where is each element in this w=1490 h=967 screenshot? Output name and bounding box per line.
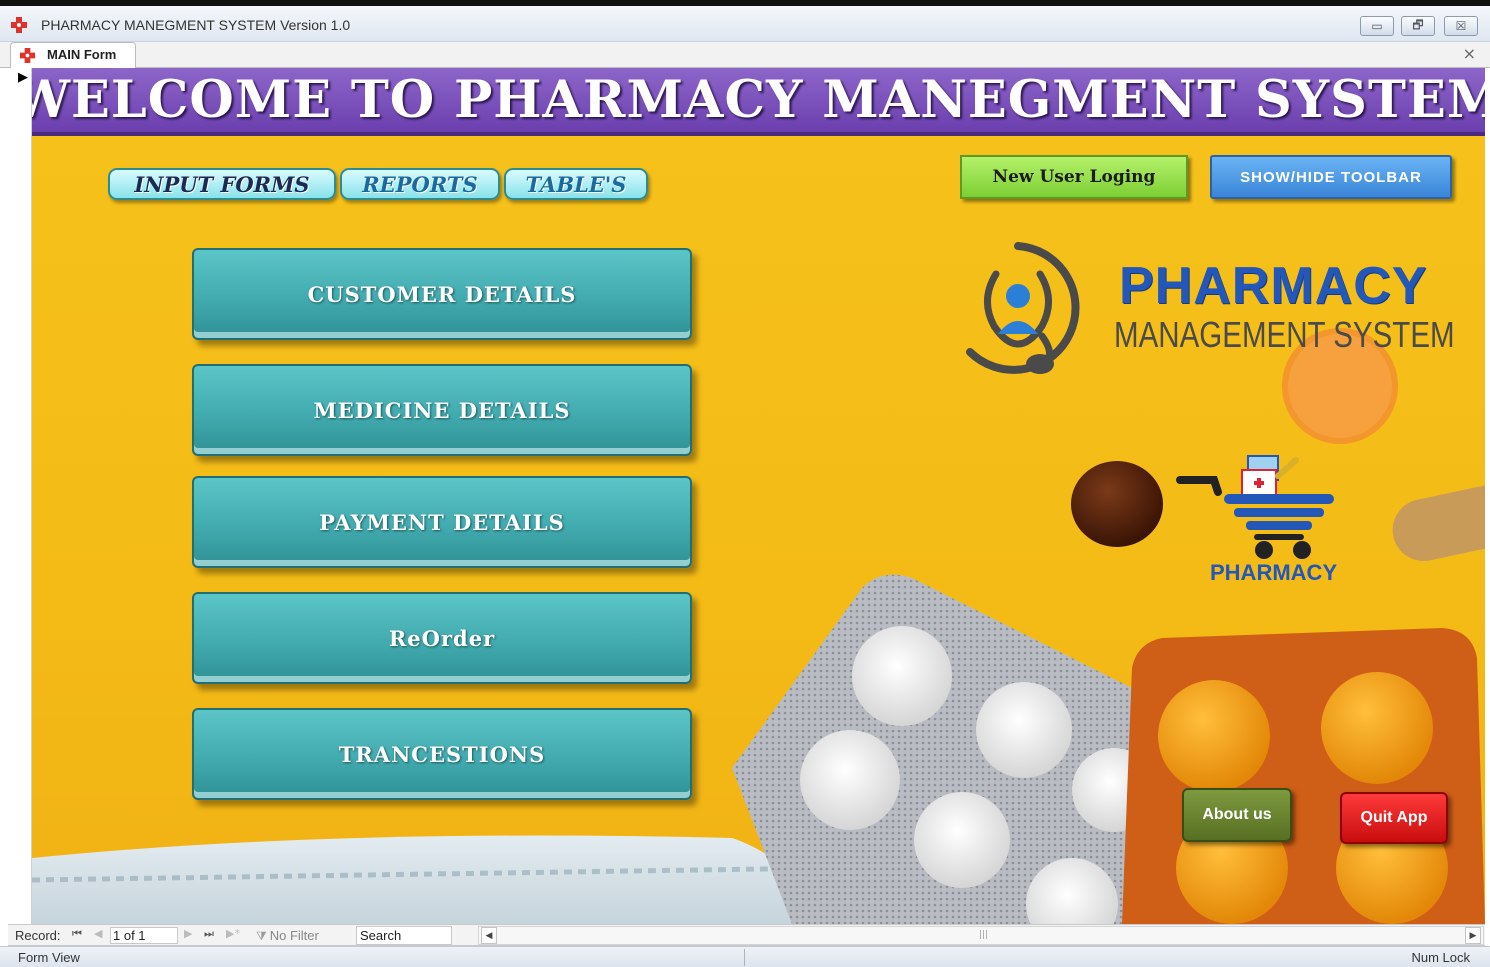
window-title-bar: PHARMACY MANEGMENT SYSTEM Version 1.0 ▭ … <box>0 6 1490 42</box>
form-icon <box>19 47 36 64</box>
form-view-status: Form View <box>18 950 80 965</box>
logo-pharmacy-text: PHARMACY <box>1119 257 1428 315</box>
first-record-icon[interactable]: ⏮ <box>72 927 82 941</box>
scroll-left-icon[interactable]: ◀ <box>481 927 497 944</box>
window-title: PHARMACY MANEGMENT SYSTEM Version 1.0 <box>41 17 351 33</box>
no-filter-button[interactable]: ⧩ No Filter <box>256 928 319 944</box>
last-record-icon[interactable]: ⏭ <box>204 927 214 941</box>
pharmacy-cart-icon <box>1176 455 1334 559</box>
filter-icon: ⧩ <box>256 929 267 943</box>
new-user-login-button[interactable]: New User Loging <box>960 155 1188 199</box>
previous-record-icon[interactable]: ◀ <box>94 927 102 940</box>
tab-input-forms[interactable]: INPUT FORMS <box>108 168 336 200</box>
transactions-button[interactable]: TRANCESTIONS <box>192 708 692 800</box>
tab-reports[interactable]: REPORTS <box>340 168 500 200</box>
close-document-icon[interactable]: × <box>1463 44 1476 63</box>
current-record-field[interactable]: 1 of 1 <box>110 927 178 944</box>
form-title: WELCOME TO PHARMACY MANEGMENT SYSTEM <box>32 70 1485 130</box>
record-selector[interactable]: ▶ <box>8 68 32 924</box>
scroll-thumb[interactable]: ||| <box>979 930 988 940</box>
horizontal-scrollbar[interactable]: ◀ ||| ▶ <box>478 926 1484 945</box>
num-lock-status: Num Lock <box>1411 950 1470 965</box>
no-filter-label: No Filter <box>269 928 319 943</box>
cart-pharmacy-label: PHARMACY <box>1210 560 1338 585</box>
about-us-button[interactable]: About us <box>1182 788 1292 842</box>
restore-icon: 🗗 <box>1412 17 1424 32</box>
search-input[interactable]: Search <box>356 926 452 945</box>
medicine-details-button[interactable]: MEDICINE DETAILS <box>192 364 692 456</box>
scroll-right-icon[interactable]: ▶ <box>1465 927 1481 944</box>
new-record-icon[interactable]: ▶* <box>226 927 240 940</box>
doctor-stethoscope-icon <box>966 242 1080 374</box>
status-bar: Form View Num Lock <box>0 946 1490 967</box>
show-hide-toolbar-button[interactable]: SHOW/HIDE TOOLBAR <box>1210 155 1452 199</box>
record-label: Record: <box>15 928 61 943</box>
reorder-button[interactable]: ReOrder <box>192 592 692 684</box>
next-record-icon[interactable]: ▶ <box>184 927 192 940</box>
record-navigation-bar: Record: ⏮ ◀ 1 of 1 ▶ ⏭ ▶* ⧩ No Filter Sea… <box>8 924 1485 946</box>
payment-details-button[interactable]: PAYMENT DETAILS <box>192 476 692 568</box>
minimize-button[interactable]: ▭ <box>1360 16 1394 36</box>
minimize-icon: ▭ <box>1371 19 1383 33</box>
tab-tables[interactable]: TABLE'S <box>504 168 648 200</box>
main-form: WELCOME TO PHARMACY MANEGMENT SYSTEM INP… <box>32 68 1485 924</box>
logo-management-system-text: MANAGEMENT SYSTEM <box>1114 314 1455 355</box>
tab-main-form[interactable]: MAIN Form <box>10 42 136 68</box>
close-icon: ☒ <box>1455 19 1467 33</box>
close-button[interactable]: ☒ <box>1444 16 1478 36</box>
document-tab-strip: MAIN Form × <box>0 42 1490 68</box>
customer-details-button[interactable]: CUSTOMER DETAILS <box>192 248 692 340</box>
access-window: PHARMACY MANEGMENT SYSTEM Version 1.0 ▭ … <box>0 0 1490 967</box>
form-title-banner: WELCOME TO PHARMACY MANEGMENT SYSTEM <box>32 68 1485 136</box>
status-divider <box>744 949 745 966</box>
restore-button[interactable]: 🗗 <box>1401 16 1435 36</box>
quit-app-button[interactable]: Quit App <box>1340 792 1448 844</box>
tab-main-form-label: MAIN Form <box>47 47 117 62</box>
pharmacy-cross-icon <box>11 17 27 33</box>
current-record-arrow-icon: ▶ <box>18 70 28 85</box>
